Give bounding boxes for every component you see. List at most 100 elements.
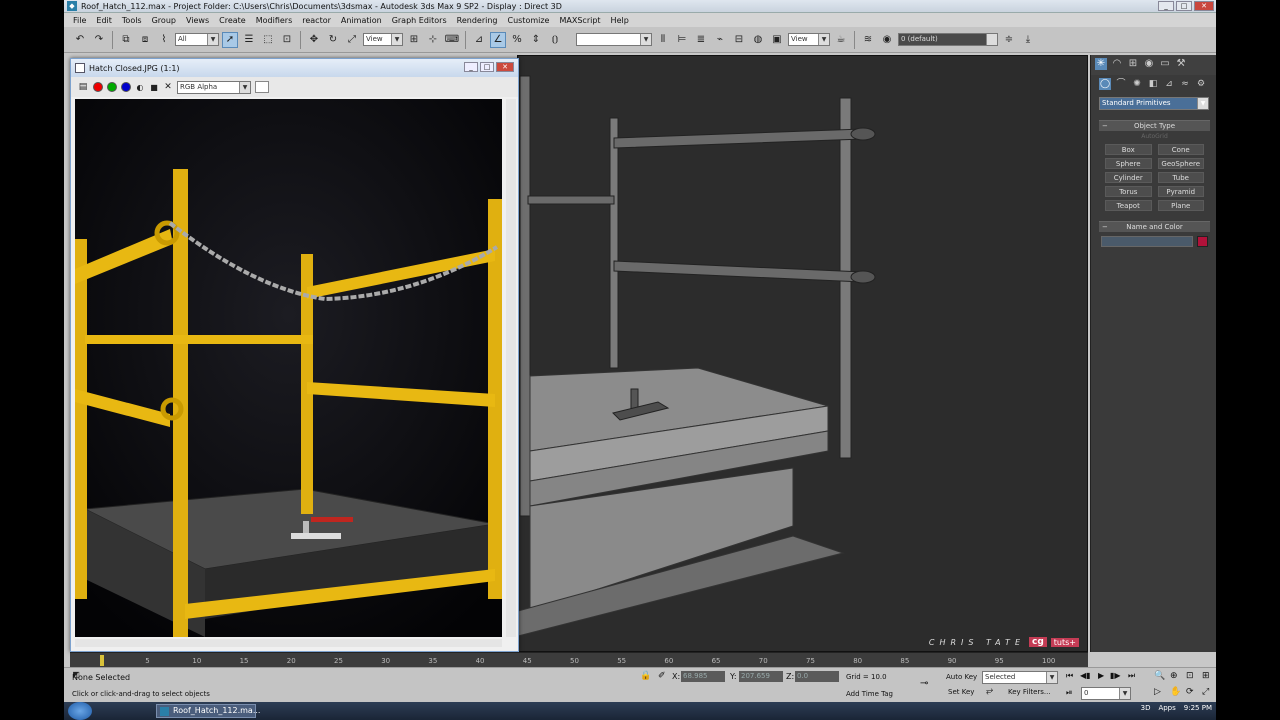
cone-button[interactable]: Cone — [1157, 144, 1204, 155]
close-button[interactable]: ✕ — [1194, 1, 1214, 11]
x-coordinate-field[interactable]: 68.985 — [681, 671, 725, 682]
object-type-header[interactable]: Object Type — [1099, 121, 1210, 131]
cylinder-button[interactable]: Cylinder — [1105, 172, 1152, 183]
redo-icon[interactable]: ↷ — [91, 32, 107, 48]
monochrome-icon[interactable]: ■ — [149, 81, 159, 93]
menu-edit[interactable]: Edit — [91, 16, 117, 25]
torus-button[interactable]: Torus — [1105, 186, 1152, 197]
clear-icon[interactable]: ✕ — [163, 81, 173, 93]
time-slider[interactable]: 5 10 15 20 25 30 35 40 45 50 55 60 65 70 75 80 85 90 95 100 — [70, 652, 1088, 667]
bind-space-warp-icon[interactable]: ⌇ — [156, 32, 172, 48]
previous-frame-icon[interactable]: ◀▮ — [1080, 671, 1091, 680]
green-channel-icon[interactable] — [107, 82, 117, 92]
undo-icon[interactable]: ↶ — [72, 32, 88, 48]
mirror-icon[interactable]: ⫴ — [655, 32, 671, 48]
blue-channel-icon[interactable] — [121, 82, 131, 92]
percent-snap-icon[interactable]: % — [509, 32, 525, 48]
sphere-button[interactable]: Sphere — [1105, 158, 1152, 169]
taskbar-3dsmax-task[interactable]: Roof_Hatch_112.ma... — [156, 704, 260, 718]
rectangular-selection-icon[interactable]: ⬚ — [260, 32, 276, 48]
zoom-icon[interactable]: 🔍 — [1154, 671, 1165, 681]
save-image-icon[interactable]: ▤ — [77, 81, 89, 93]
schematic-view-icon[interactable]: ⊟ — [731, 32, 747, 48]
image-viewer-close-button[interactable]: ✕ — [496, 62, 514, 72]
edit-named-selection-icon[interactable]: ⦅⦆ — [547, 32, 563, 48]
spinner-snap-icon[interactable]: ⇕ — [528, 32, 544, 48]
curve-editor-icon[interactable]: ⌁ — [712, 32, 728, 48]
key-filters-button[interactable]: Key Filters... — [1008, 688, 1051, 696]
window-crossing-icon[interactable]: ⊡ — [279, 32, 295, 48]
quick-render-icon[interactable]: ☕ — [833, 32, 849, 48]
create-layer-icon[interactable]: ≑ — [1001, 32, 1017, 48]
keyboard-shortcut-override-icon[interactable]: ⌨ — [444, 32, 460, 48]
go-to-start-icon[interactable]: ⏮ — [1066, 671, 1073, 681]
render-view-dropdown[interactable]: View — [788, 33, 830, 46]
key-mode-icon[interactable]: ⏯ — [1066, 688, 1072, 698]
maximize-button[interactable]: □ — [1176, 1, 1192, 11]
autogrid-checkbox[interactable]: AutoGrid — [1099, 131, 1210, 140]
layer-manager-icon[interactable]: ≣ — [693, 32, 709, 48]
field-of-view-icon[interactable]: ▷ — [1154, 687, 1161, 697]
start-button[interactable] — [68, 702, 92, 720]
reference-coordinate-dropdown[interactable]: View — [363, 33, 403, 46]
key-mode-toggle-icon[interactable]: ⥂ — [986, 686, 993, 696]
scale-icon[interactable]: ⤢ — [344, 32, 360, 48]
image-viewer-horizontal-scrollbar[interactable] — [75, 639, 502, 647]
image-viewer-vertical-scrollbar[interactable] — [506, 99, 516, 637]
z-coordinate-field[interactable]: 0.0 — [795, 671, 839, 682]
zoom-all-icon[interactable]: ⊕ — [1170, 671, 1178, 681]
object-color-swatch[interactable] — [1197, 236, 1208, 247]
move-icon[interactable]: ✥ — [306, 32, 322, 48]
red-channel-icon[interactable] — [93, 82, 103, 92]
y-coordinate-field[interactable]: 207.659 — [739, 671, 783, 682]
tray-3d-label[interactable]: 3D — [1141, 704, 1151, 712]
hierarchy-tab-icon[interactable]: ⊞ — [1127, 58, 1139, 70]
modify-tab-icon[interactable]: ◠ — [1111, 58, 1123, 70]
perspective-viewport[interactable]: CHRIS TATE cg tuts+ — [517, 55, 1088, 652]
menu-create[interactable]: Create — [214, 16, 251, 25]
go-to-end-icon[interactable]: ⏭ — [1128, 671, 1135, 681]
unlink-icon[interactable]: ⧈ — [137, 32, 153, 48]
menu-group[interactable]: Group — [147, 16, 181, 25]
menu-views[interactable]: Views — [181, 16, 214, 25]
selection-lock-icon[interactable]: 🔒 — [640, 671, 651, 681]
material-editor-icon[interactable]: ◍ — [750, 32, 766, 48]
menu-file[interactable]: File — [68, 16, 91, 25]
geosphere-button[interactable]: GeoSphere — [1157, 158, 1204, 169]
plane-button[interactable]: Plane — [1157, 200, 1204, 211]
named-selection-sets-dropdown[interactable] — [576, 33, 652, 46]
time-slider-thumb[interactable] — [100, 655, 104, 666]
helpers-icon[interactable]: ⊿ — [1163, 78, 1175, 90]
teapot-button[interactable]: Teapot — [1105, 200, 1152, 211]
create-tab-icon[interactable]: ✳ — [1095, 58, 1107, 70]
name-and-color-header[interactable]: Name and Color — [1099, 222, 1210, 232]
menu-modifiers[interactable]: Modifiers — [251, 16, 298, 25]
current-layer-dropdown[interactable]: 0 (default) — [898, 33, 998, 46]
maximize-viewport-icon[interactable]: ⤢ — [1202, 687, 1209, 697]
zoom-extents-all-icon[interactable]: ⊞ — [1202, 671, 1210, 681]
layers-icon[interactable]: ≋ — [860, 32, 876, 48]
channel-dropdown[interactable]: RGB Alpha — [177, 80, 251, 94]
play-icon[interactable]: ▶ — [1098, 671, 1104, 680]
menu-customize[interactable]: Customize — [502, 16, 554, 25]
image-viewer-titlebar[interactable]: Hatch Closed.JPG (1:1) _ □ ✕ — [71, 59, 518, 77]
tube-button[interactable]: Tube — [1157, 172, 1204, 183]
menu-maxscript[interactable]: MAXScript — [554, 16, 605, 25]
primitive-category-dropdown[interactable]: Standard Primitives — [1099, 97, 1209, 110]
tray-apps-label[interactable]: Apps — [1158, 704, 1175, 712]
menu-graph-editors[interactable]: Graph Editors — [387, 16, 452, 25]
pivot-center-icon[interactable]: ⊞ — [406, 32, 422, 48]
layer-visibility-icon[interactable]: ◉ — [879, 32, 895, 48]
menu-reactor[interactable]: reactor — [297, 16, 336, 25]
snap-toggle-icon[interactable]: ⊿ — [471, 32, 487, 48]
align-icon[interactable]: ⊨ — [674, 32, 690, 48]
color-swatch[interactable] — [255, 81, 269, 93]
add-time-tag[interactable]: Add Time Tag — [846, 690, 893, 698]
absolute-mode-icon[interactable]: ✐ — [658, 671, 666, 681]
next-frame-icon[interactable]: ▮▶ — [1110, 671, 1121, 680]
pan-icon[interactable]: ✋ — [1170, 687, 1181, 697]
image-viewer-minimize-button[interactable]: _ — [464, 62, 478, 72]
select-manipulate-icon[interactable]: ⊹ — [425, 32, 441, 48]
display-tab-icon[interactable]: ▭ — [1159, 58, 1171, 70]
image-viewer-maximize-button[interactable]: □ — [480, 62, 494, 72]
